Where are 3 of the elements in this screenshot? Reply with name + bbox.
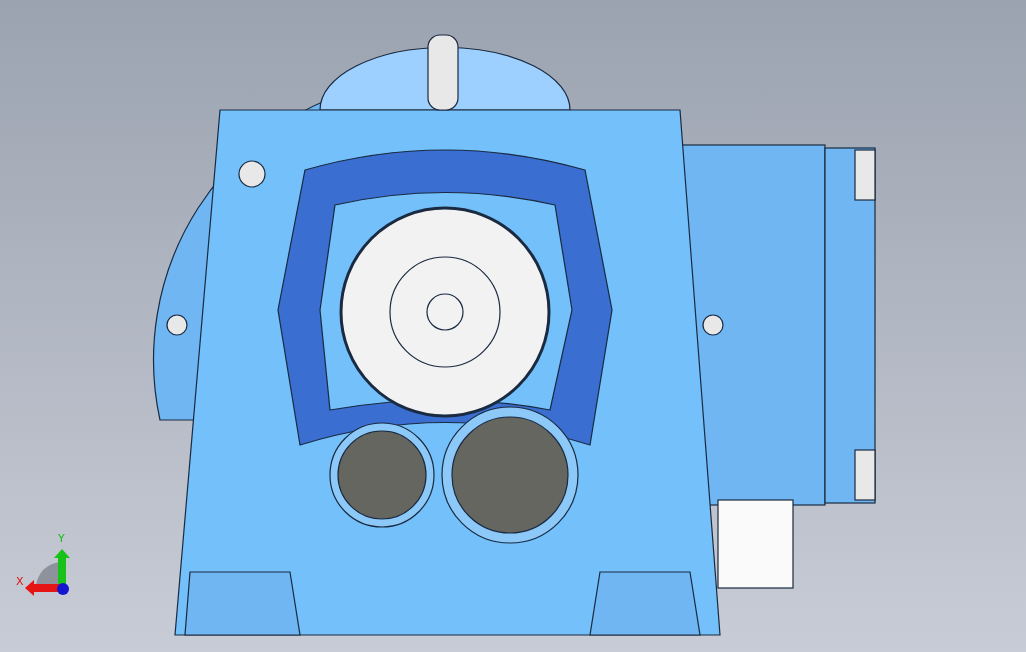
axis-triad-drawing bbox=[25, 549, 70, 596]
x-axis-label: X bbox=[16, 576, 24, 587]
y-axis-label: Y bbox=[58, 533, 65, 544]
